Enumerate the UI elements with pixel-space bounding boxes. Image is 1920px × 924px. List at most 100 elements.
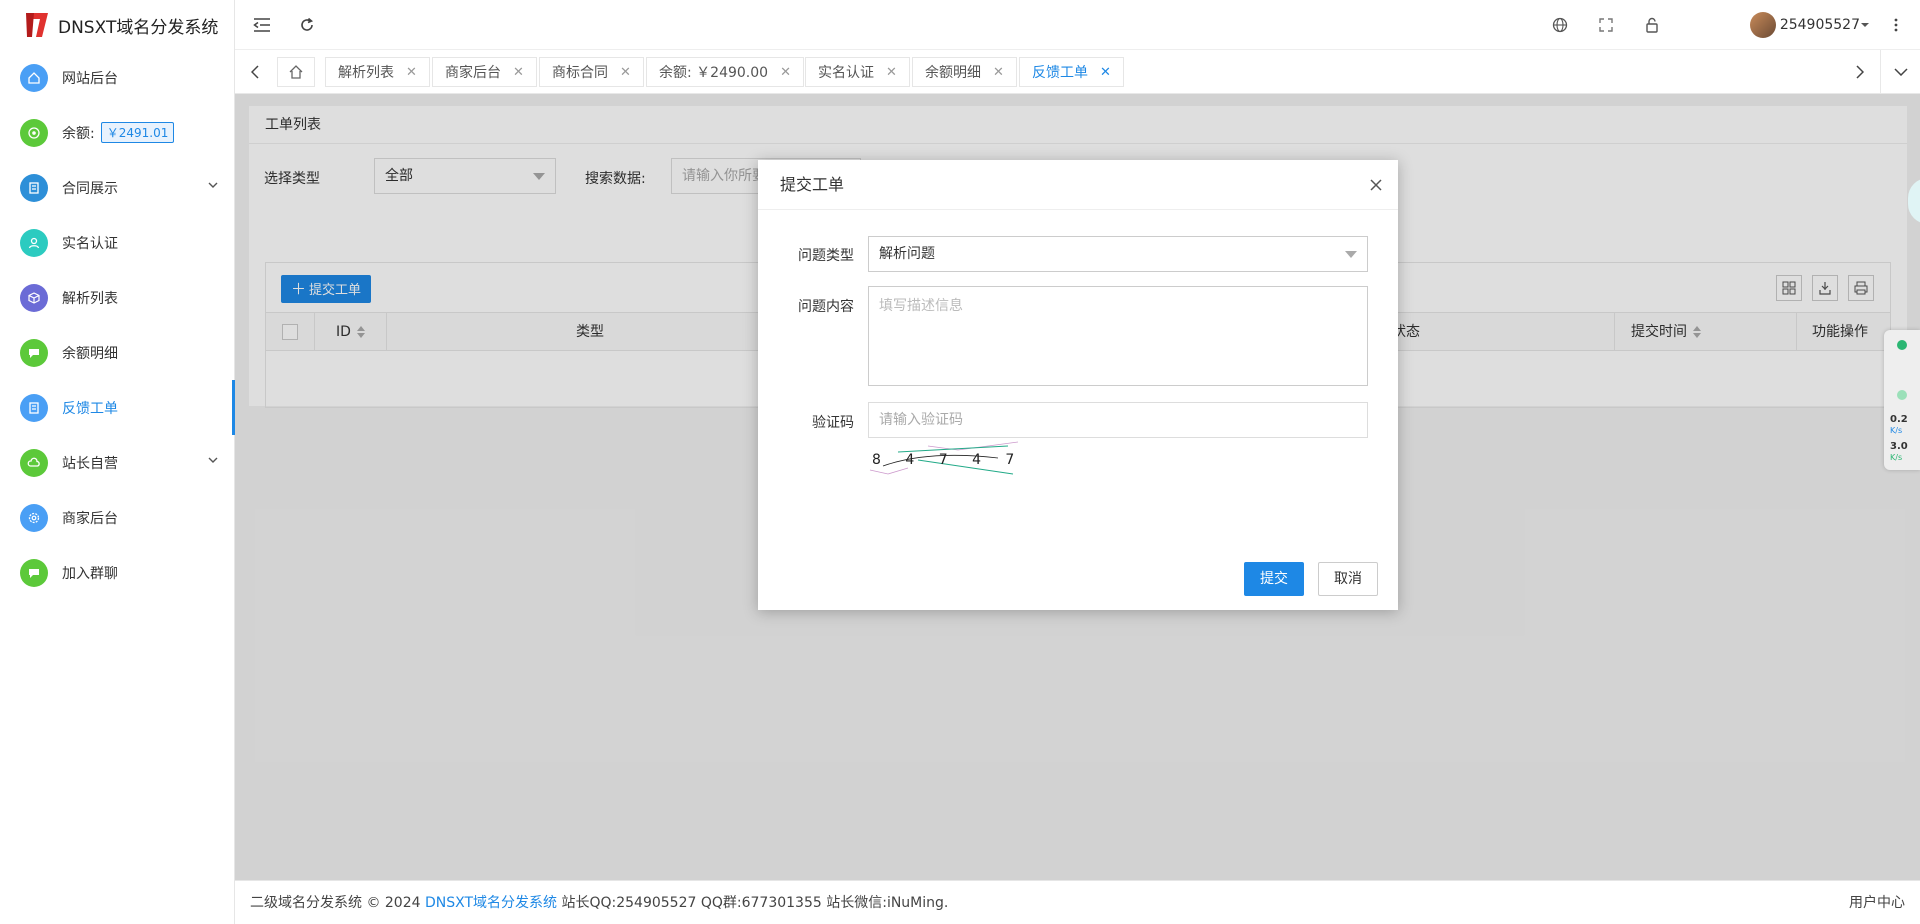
coin-icon bbox=[20, 118, 48, 147]
tab-merchant[interactable]: 商家后台 ✕ bbox=[432, 57, 537, 87]
chat-icon bbox=[20, 558, 48, 587]
chevron-down-icon bbox=[208, 457, 218, 463]
username: 254905527 bbox=[1779, 17, 1860, 33]
sidebar-item-label: 站长自营 bbox=[62, 455, 118, 472]
logo-icon bbox=[26, 13, 48, 37]
chat-icon bbox=[20, 338, 48, 367]
tab-home[interactable] bbox=[277, 57, 315, 87]
tab-scroll-right-icon[interactable] bbox=[1840, 50, 1880, 94]
sidebar-item-join-group[interactable]: 加入群聊 bbox=[0, 545, 234, 600]
more-vertical-icon[interactable] bbox=[1884, 13, 1908, 37]
sidebar-item-merchant[interactable]: 商家后台 bbox=[0, 490, 234, 545]
issue-type-label: 问题类型 bbox=[798, 248, 854, 264]
captcha-label: 验证码 bbox=[812, 415, 854, 431]
tab-label: 反馈工单 bbox=[1032, 65, 1088, 81]
footer-copyright: 二级域名分发系统 © 2024 bbox=[250, 895, 421, 911]
upload-unit: K/s bbox=[1890, 426, 1903, 435]
caret-down-icon bbox=[1345, 251, 1357, 258]
home-icon bbox=[20, 63, 48, 92]
sidebar-item-dashboard[interactable]: 网站后台 bbox=[0, 50, 234, 105]
caret-down-icon bbox=[1861, 23, 1869, 27]
close-icon[interactable]: ✕ bbox=[620, 65, 631, 80]
contract-icon bbox=[20, 173, 48, 202]
tab-label: 余额明细 bbox=[925, 65, 981, 81]
issue-type-select[interactable]: 解析问题 bbox=[868, 236, 1368, 272]
lock-icon[interactable] bbox=[1640, 13, 1664, 37]
upload-speed: 0.2 bbox=[1890, 414, 1908, 425]
sidebar-item-label: 合同展示 bbox=[62, 180, 118, 197]
top-header: 254905527 bbox=[235, 0, 1920, 50]
tab-balance-detail[interactable]: 余额明细 ✕ bbox=[912, 57, 1017, 87]
sidebar-item-label: 加入群聊 bbox=[62, 565, 118, 582]
document-icon bbox=[20, 393, 48, 422]
close-icon[interactable]: ✕ bbox=[406, 65, 417, 80]
fullscreen-icon[interactable] bbox=[1594, 13, 1618, 37]
tab-menu-chevron-icon[interactable] bbox=[1880, 50, 1920, 94]
sidebar-item-label: 网站后台 bbox=[62, 70, 118, 87]
status-dot bbox=[1897, 340, 1907, 350]
tab-dns-list[interactable]: 解析列表 ✕ bbox=[325, 57, 430, 87]
user-center-link[interactable]: 用户中心 bbox=[1849, 881, 1905, 924]
sidebar-item-self-run[interactable]: 站长自营 bbox=[0, 435, 234, 490]
tab-feedback[interactable]: 反馈工单 ✕ bbox=[1019, 57, 1124, 87]
close-icon[interactable]: ✕ bbox=[513, 65, 524, 80]
issue-content-label: 问题内容 bbox=[798, 299, 854, 315]
close-icon[interactable]: ✕ bbox=[993, 65, 1004, 80]
close-icon[interactable]: ✕ bbox=[1100, 65, 1111, 80]
status-dot bbox=[1897, 390, 1907, 400]
sidebar-item-balance-detail[interactable]: 余额明细 bbox=[0, 325, 234, 380]
user-verify-icon bbox=[20, 228, 48, 257]
home-icon bbox=[289, 65, 303, 79]
sidebar-item-label: 余额: bbox=[62, 125, 95, 142]
sidebar-item-label: 余额明细 bbox=[62, 345, 118, 362]
dialog-cancel-button[interactable]: 取消 bbox=[1318, 562, 1378, 596]
tab-label: 解析列表 bbox=[338, 65, 394, 81]
sidebar-item-contracts[interactable]: 合同展示 bbox=[0, 160, 234, 215]
app-logo[interactable]: DNSXT域名分发系统 bbox=[0, 0, 234, 50]
tab-label: 商家后台 bbox=[445, 65, 501, 81]
tab-label: 余额: ￥2490.00 bbox=[659, 65, 769, 81]
user-menu[interactable]: 254905527 bbox=[1749, 12, 1870, 38]
tab-balance[interactable]: 余额: ￥2490.00 ✕ bbox=[646, 57, 804, 87]
menu-toggle-icon[interactable] bbox=[250, 13, 274, 37]
captcha-text: 8 4 7 4 7 bbox=[872, 452, 1018, 468]
tab-trademark-contract[interactable]: 商标合同 ✕ bbox=[539, 57, 644, 87]
issue-content-textarea[interactable]: 填写描述信息 bbox=[868, 286, 1368, 386]
close-icon[interactable] bbox=[1366, 175, 1386, 195]
sidebar-item-dns-list[interactable]: 解析列表 bbox=[0, 270, 234, 325]
dialog-submit-button[interactable]: 提交 bbox=[1244, 562, 1304, 596]
sidebar-item-feedback[interactable]: 反馈工单 bbox=[0, 380, 235, 435]
download-speed: 3.0 bbox=[1890, 441, 1908, 452]
close-icon[interactable]: ✕ bbox=[780, 65, 791, 80]
submit-ticket-dialog: 提交工单 问题类型 解析问题 问题内容 填写描述信息 验证码 请输入验证码 8 … bbox=[758, 160, 1398, 610]
app-title: DNSXT域名分发系统 bbox=[58, 17, 219, 38]
sidebar-item-label: 实名认证 bbox=[62, 235, 118, 252]
captcha-image[interactable]: 8 4 7 4 7 bbox=[868, 440, 1019, 478]
issue-type-value: 解析问题 bbox=[879, 246, 935, 262]
sidebar-item-label: 反馈工单 bbox=[62, 400, 118, 417]
tab-label: 商标合同 bbox=[552, 65, 608, 81]
balance-badge: ￥2491.01 bbox=[100, 122, 175, 143]
sidebar-item-balance[interactable]: 余额: ￥2491.01 bbox=[0, 105, 234, 160]
download-unit: K/s bbox=[1890, 453, 1903, 462]
avatar bbox=[1749, 12, 1776, 38]
sidebar-item-label: 解析列表 bbox=[62, 290, 118, 307]
cube-icon bbox=[20, 283, 48, 312]
refresh-icon[interactable] bbox=[295, 13, 319, 37]
sidebar: DNSXT域名分发系统 网站后台 余额: ￥2491.01 合同展示 实名认证 … bbox=[0, 0, 235, 924]
tab-scroll-left-icon[interactable] bbox=[235, 50, 275, 94]
tab-bar: 解析列表 ✕ 商家后台 ✕ 商标合同 ✕ 余额: ￥2490.00 ✕ 实名认证 ✕ 余额… bbox=[235, 50, 1920, 94]
close-icon[interactable]: ✕ bbox=[886, 65, 897, 80]
captcha-input[interactable]: 请输入验证码 bbox=[868, 402, 1368, 438]
footer-site-link[interactable]: DNSXT域名分发系统 bbox=[425, 895, 557, 911]
footer-contact: 站长QQ:254905527 QQ群:677301355 站长微信:iNuMin… bbox=[561, 895, 949, 911]
globe-icon[interactable] bbox=[1548, 13, 1572, 37]
tab-verify[interactable]: 实名认证 ✕ bbox=[805, 57, 910, 87]
sidebar-item-label: 商家后台 bbox=[62, 510, 118, 527]
tab-label: 实名认证 bbox=[818, 65, 874, 81]
cloud-icon bbox=[20, 448, 48, 477]
gear-icon bbox=[20, 503, 48, 532]
dialog-title: 提交工单 bbox=[780, 175, 845, 194]
sidebar-item-verify[interactable]: 实名认证 bbox=[0, 215, 234, 270]
network-speed-widget[interactable]: 0.2 K/s 3.0 K/s bbox=[1884, 330, 1920, 470]
